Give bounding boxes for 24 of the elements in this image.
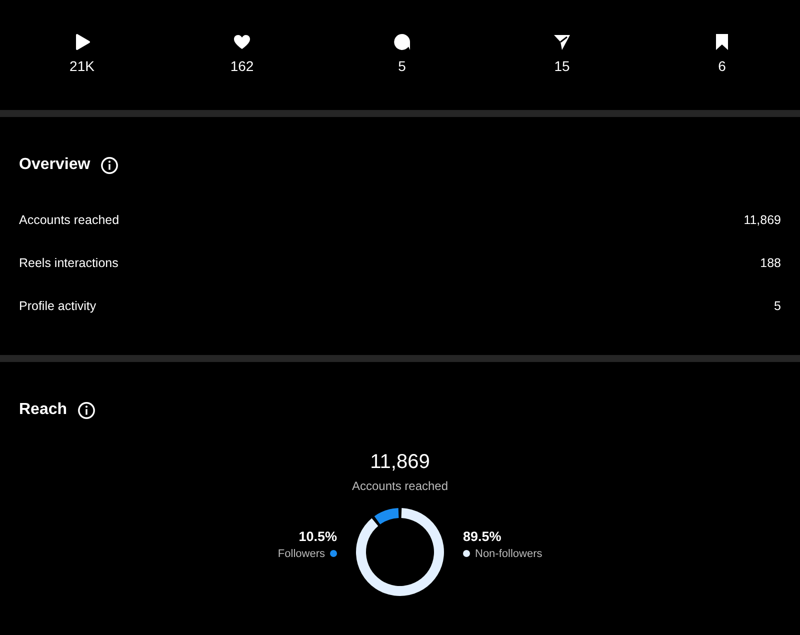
metric-label: Profile activity	[19, 298, 96, 312]
legend-percent: 89.5%	[463, 528, 502, 544]
metric-value: 188	[760, 256, 781, 270]
legend-label: Followers	[278, 548, 325, 560]
heart-icon	[232, 32, 252, 52]
info-icon[interactable]	[77, 400, 96, 420]
reach-total: 11,869	[370, 451, 430, 474]
stat-count: 6	[718, 58, 726, 74]
section-title: Overview	[19, 156, 90, 174]
info-icon[interactable]	[100, 156, 120, 174]
legend-label: Non-followers	[475, 548, 542, 560]
reach-caption: Accounts reached	[352, 479, 448, 493]
metric-label: Accounts reached	[19, 212, 120, 226]
metric-value: 11,869	[744, 212, 781, 226]
stat-count: 21K	[70, 58, 94, 74]
stat-count: 162	[230, 58, 254, 74]
paper-plane-icon	[552, 32, 572, 52]
stat-count: 5	[398, 58, 406, 74]
legend-percent: 10.5%	[298, 528, 337, 544]
metric-value: 5	[774, 298, 781, 312]
metric-label: Reels interactions	[19, 256, 118, 270]
speech-bubble-icon	[392, 32, 412, 52]
stat-count: 15	[554, 58, 570, 74]
section-title: Reach	[19, 401, 68, 419]
